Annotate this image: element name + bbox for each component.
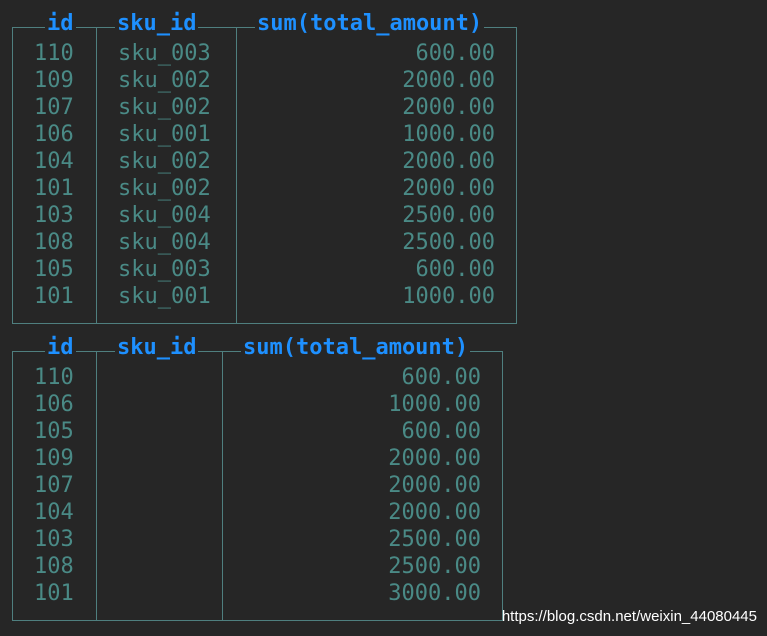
cell-sku-id: sku_001 (118, 284, 211, 309)
result-table-2: id sku_id sum(total_amount) 110 600.00 1… (12, 335, 503, 621)
cell-sum-total-amount: 2000.00 (388, 446, 481, 471)
cell-sku-id: sku_004 (118, 203, 211, 228)
cell-id: 108 (34, 554, 74, 579)
table-row: 107 2000.00 (13, 472, 502, 499)
cell-id: 103 (34, 203, 74, 228)
cell-id: 110 (34, 41, 74, 66)
cell-id: 101 (34, 581, 74, 606)
cell-id: 106 (34, 392, 74, 417)
table-row: 110 600.00 (13, 364, 502, 391)
cell-sku-id: sku_004 (118, 230, 211, 255)
table-row: 108 2500.00 (13, 553, 502, 580)
cell-id: 107 (34, 473, 74, 498)
cell-sum-total-amount: 1000.00 (402, 122, 495, 147)
cell-sum-total-amount: 1000.00 (402, 284, 495, 309)
column-header-sku-id: sku_id (115, 335, 199, 361)
table-row: 104 sku_002 2000.00 (13, 148, 516, 175)
cell-sum-total-amount: 600.00 (401, 365, 481, 390)
cell-id: 108 (34, 230, 74, 255)
cell-sum-total-amount: 2500.00 (388, 554, 481, 579)
cell-id: 107 (34, 95, 74, 120)
cell-sum-total-amount: 2000.00 (402, 95, 495, 120)
cell-id: 109 (34, 68, 74, 93)
table-row: 101 3000.00 (13, 580, 502, 607)
table-row: 108 sku_004 2500.00 (13, 229, 516, 256)
cell-sum-total-amount: 2500.00 (402, 203, 495, 228)
cell-id: 104 (34, 149, 74, 174)
cell-sum-total-amount: 600.00 (415, 257, 495, 282)
table-row: 104 2000.00 (13, 499, 502, 526)
cell-id: 109 (34, 446, 74, 471)
cell-id: 101 (34, 176, 74, 201)
table-row: 103 2500.00 (13, 526, 502, 553)
cell-sku-id: sku_001 (118, 122, 211, 147)
column-header-sku-id: sku_id (115, 11, 199, 37)
cell-sku-id: sku_002 (118, 149, 211, 174)
table-row: 109 2000.00 (13, 445, 502, 472)
cell-id: 103 (34, 527, 74, 552)
table-row: 105 sku_003 600.00 (13, 256, 516, 283)
cell-sum-total-amount: 600.00 (415, 41, 495, 66)
table-row: 103 sku_004 2500.00 (13, 202, 516, 229)
table-row: 105 600.00 (13, 418, 502, 445)
table-row: 107 sku_002 2000.00 (13, 94, 516, 121)
cell-id: 101 (34, 284, 74, 309)
column-header-sum-total-amount: sum(total_amount) (255, 11, 485, 37)
cell-sum-total-amount: 2500.00 (388, 527, 481, 552)
watermark-text: https://blog.csdn.net/weixin_44080445 (501, 608, 757, 625)
cell-id: 106 (34, 122, 74, 147)
cell-sku-id: sku_002 (118, 68, 211, 93)
cell-sum-total-amount: 2000.00 (388, 473, 481, 498)
cell-sum-total-amount: 2000.00 (402, 68, 495, 93)
table-row: 101 sku_002 2000.00 (13, 175, 516, 202)
column-header-id: id (45, 11, 76, 37)
table-row: 109 sku_002 2000.00 (13, 67, 516, 94)
cell-sum-total-amount: 2000.00 (402, 149, 495, 174)
cell-sku-id: sku_003 (118, 41, 211, 66)
table-row: 110 sku_003 600.00 (13, 40, 516, 67)
cell-id: 104 (34, 500, 74, 525)
cell-id: 110 (34, 365, 74, 390)
cell-sum-total-amount: 3000.00 (388, 581, 481, 606)
cell-sku-id: sku_002 (118, 176, 211, 201)
cell-id: 105 (34, 419, 74, 444)
cell-id: 105 (34, 257, 74, 282)
table-row: 106 sku_001 1000.00 (13, 121, 516, 148)
cell-sum-total-amount: 2000.00 (402, 176, 495, 201)
cell-sku-id: sku_002 (118, 95, 211, 120)
cell-sum-total-amount: 2000.00 (388, 500, 481, 525)
cell-sum-total-amount: 2500.00 (402, 230, 495, 255)
column-header-sum-total-amount: sum(total_amount) (241, 335, 471, 361)
table-row: 101 sku_001 1000.00 (13, 283, 516, 310)
cell-sum-total-amount: 1000.00 (388, 392, 481, 417)
cell-sku-id: sku_003 (118, 257, 211, 282)
table-row: 106 1000.00 (13, 391, 502, 418)
column-header-id: id (45, 335, 76, 361)
cell-sum-total-amount: 600.00 (401, 419, 481, 444)
result-table-1: id sku_id sum(total_amount) 110 sku_003 … (12, 11, 517, 324)
